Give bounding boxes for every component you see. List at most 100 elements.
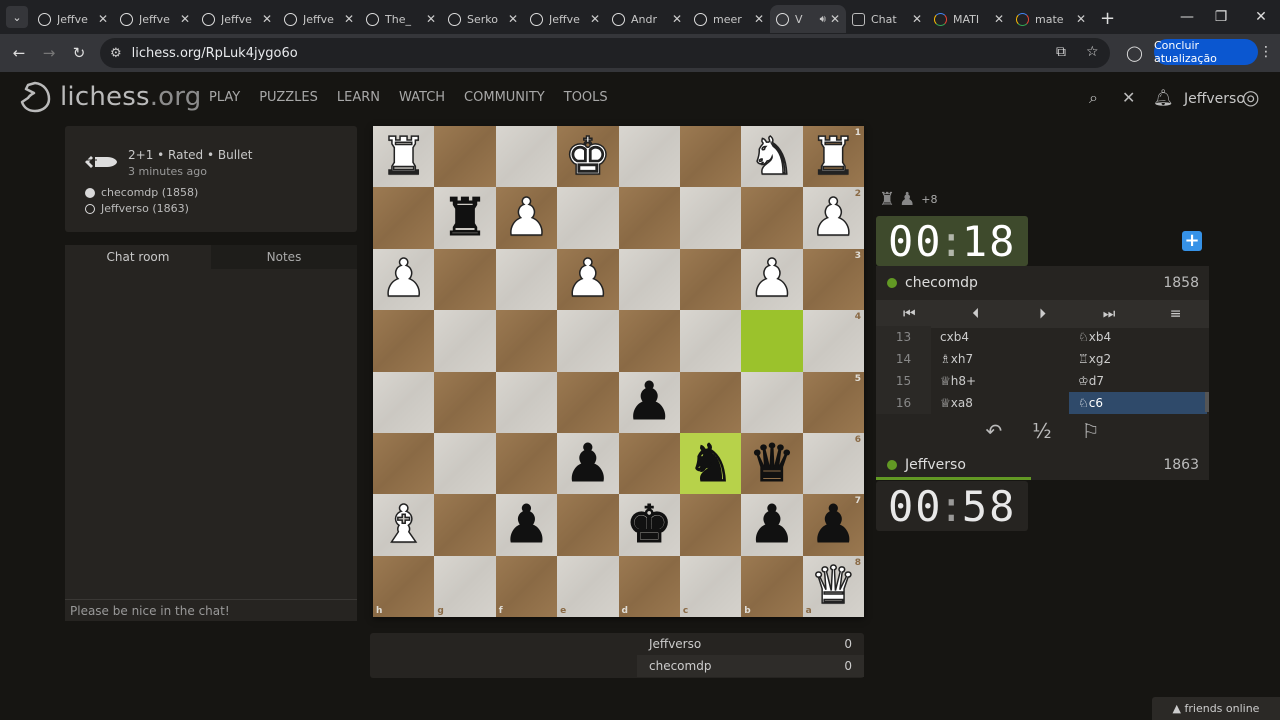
browser-tab[interactable]: The_ ✕ <box>360 5 442 33</box>
back-button[interactable]: ← <box>4 38 34 68</box>
black-move[interactable]: ♘c6 <box>1069 392 1207 414</box>
square-e6[interactable]: ♟ <box>557 432 619 495</box>
black-queen-icon[interactable]: ♛ <box>748 437 796 490</box>
browser-tab[interactable]: meer ✕ <box>688 5 770 33</box>
next-move-icon[interactable]: ⏵ <box>1009 306 1076 322</box>
square-b1[interactable]: ♞ <box>741 126 803 188</box>
square-a6[interactable]: 6 <box>802 432 864 495</box>
square-c4[interactable] <box>679 310 742 372</box>
nav-tools[interactable]: TOOLS <box>564 90 608 105</box>
square-e5[interactable] <box>557 371 619 433</box>
white-pawn-icon[interactable]: ♟ <box>809 191 857 245</box>
prev-move-icon[interactable]: ⏴ <box>943 306 1010 322</box>
browser-tab[interactable]: V 🔊︎ ✕ <box>770 5 846 33</box>
white-move[interactable]: ♕h8+ <box>931 370 1069 392</box>
nav-watch[interactable]: WATCH <box>399 90 445 105</box>
browser-menu-icon[interactable]: ⋮ <box>1259 44 1273 60</box>
square-f8[interactable]: f <box>495 555 558 617</box>
square-c6[interactable]: ♞ <box>679 432 742 495</box>
black-king-icon[interactable]: ♚ <box>625 498 673 551</box>
white-pawn-icon[interactable]: ♟ <box>748 253 796 307</box>
square-h4[interactable] <box>373 310 435 372</box>
browser-tab[interactable]: mate ✕ <box>1010 5 1092 33</box>
bookmark-star-icon[interactable]: ☆ <box>1086 44 1099 60</box>
black-pawn-icon[interactable]: ♟ <box>564 437 612 490</box>
close-tab-icon[interactable]: ✕ <box>830 12 840 26</box>
nav-community[interactable]: COMMUNITY <box>464 90 545 105</box>
square-e4[interactable] <box>557 310 619 372</box>
square-d3[interactable] <box>618 248 680 311</box>
square-f6[interactable] <box>495 432 558 495</box>
close-tab-icon[interactable]: ✕ <box>1076 12 1086 26</box>
close-tab-icon[interactable]: ✕ <box>754 12 764 26</box>
square-a1[interactable]: ♜ 1 <box>802 126 864 188</box>
white-move[interactable]: ♗xh7 <box>931 348 1069 370</box>
square-e2[interactable] <box>557 187 619 249</box>
update-button[interactable]: Concluir atualização <box>1154 39 1258 65</box>
white-queen-icon[interactable]: ♛ <box>809 560 857 614</box>
square-a3[interactable]: 3 <box>802 248 864 311</box>
square-b3[interactable]: ♟ <box>741 248 803 311</box>
tab-search-button[interactable]: ⌄ <box>6 6 28 28</box>
tools-icon[interactable]: ✕ <box>1122 88 1135 107</box>
chess-board[interactable]: ♜ ♚ ♞ ♜ 1 ♜ ♟ ♟ 2 ♟ ♟ ♟ 3 4 ♟ 5 ♟ ♞ ♛ 6 ♝ ♟ ♚ ♟ ♟ 7 h g f e d c b ♛ 8 a <box>373 126 864 617</box>
close-tab-icon[interactable]: ✕ <box>344 12 354 26</box>
square-f2[interactable]: ♟ <box>495 187 558 249</box>
square-f3[interactable] <box>495 248 558 311</box>
square-g5[interactable] <box>434 371 496 433</box>
square-d1[interactable] <box>618 126 680 188</box>
square-f7[interactable]: ♟ <box>495 494 558 556</box>
user-avatar-icon[interactable]: ◎ <box>1242 85 1259 109</box>
square-d5[interactable]: ♟ <box>618 371 680 433</box>
square-d4[interactable] <box>618 310 680 372</box>
square-g7[interactable] <box>434 494 496 556</box>
move-list-scrollbar[interactable] <box>1205 392 1209 412</box>
browser-tab[interactable]: Jeffve ✕ <box>32 5 114 33</box>
square-f1[interactable] <box>495 126 558 188</box>
square-d8[interactable]: d <box>618 555 680 617</box>
nav-learn[interactable]: LEARN <box>337 90 380 105</box>
black-rook-icon[interactable]: ♜ <box>441 192 489 245</box>
close-window-icon[interactable]: ✕ <box>1238 0 1280 34</box>
white-pawn-icon[interactable]: ♟ <box>380 253 428 307</box>
search-icon[interactable]: ⌕ <box>1089 88 1098 108</box>
takeback-icon[interactable]: ↶ <box>985 419 1002 443</box>
browser-tab[interactable]: Serko ✕ <box>442 5 524 33</box>
reload-button[interactable]: ↻ <box>64 38 94 68</box>
lichess-logo[interactable]: lichess.org <box>18 80 201 114</box>
square-f5[interactable] <box>495 371 558 433</box>
square-e3[interactable]: ♟ <box>557 248 619 311</box>
white-move[interactable]: ♕xa8 <box>931 392 1069 414</box>
square-e1[interactable]: ♚ <box>557 126 619 188</box>
white-move[interactable]: cxb4 <box>931 326 1069 348</box>
install-app-icon[interactable]: ⧉ <box>1056 44 1066 60</box>
square-h8[interactable]: h <box>373 555 435 617</box>
resign-flag-icon[interactable]: ⚐ <box>1082 419 1100 443</box>
black-pawn-icon[interactable]: ♟ <box>503 498 551 551</box>
square-g2[interactable]: ♜ <box>434 187 496 249</box>
browser-tab[interactable]: Andr ✕ <box>606 5 688 33</box>
square-g1[interactable] <box>434 126 496 188</box>
square-a7[interactable]: ♟ 7 <box>802 494 864 556</box>
square-c2[interactable] <box>679 187 742 249</box>
browser-tab[interactable]: MATI ✕ <box>928 5 1010 33</box>
friends-online-button[interactable]: ▲ friends online <box>1152 697 1280 720</box>
square-c5[interactable] <box>679 371 742 433</box>
square-g8[interactable]: g <box>434 555 496 617</box>
square-g6[interactable] <box>434 432 496 495</box>
square-h1[interactable]: ♜ <box>373 126 435 188</box>
square-b4[interactable] <box>741 310 803 372</box>
last-move-icon[interactable]: ⏭ <box>1076 306 1143 322</box>
square-a8[interactable]: ♛ 8 a <box>802 555 864 617</box>
profile-icon[interactable]: ◯ <box>1126 44 1143 62</box>
square-e8[interactable]: e <box>557 555 619 617</box>
audio-icon[interactable]: 🔊︎ <box>820 14 826 25</box>
browser-tab[interactable]: Jeffve ✕ <box>114 5 196 33</box>
white-king-icon[interactable]: ♚ <box>564 130 612 184</box>
square-b6[interactable]: ♛ <box>741 432 803 495</box>
nav-play[interactable]: PLAY <box>209 90 240 105</box>
browser-tab[interactable]: Jeffve ✕ <box>196 5 278 33</box>
user-menu[interactable]: Jeffverso <box>1184 91 1245 107</box>
black-knight-icon[interactable]: ♞ <box>687 437 735 490</box>
opponent-name[interactable]: checomdp 1858 <box>876 268 1209 298</box>
